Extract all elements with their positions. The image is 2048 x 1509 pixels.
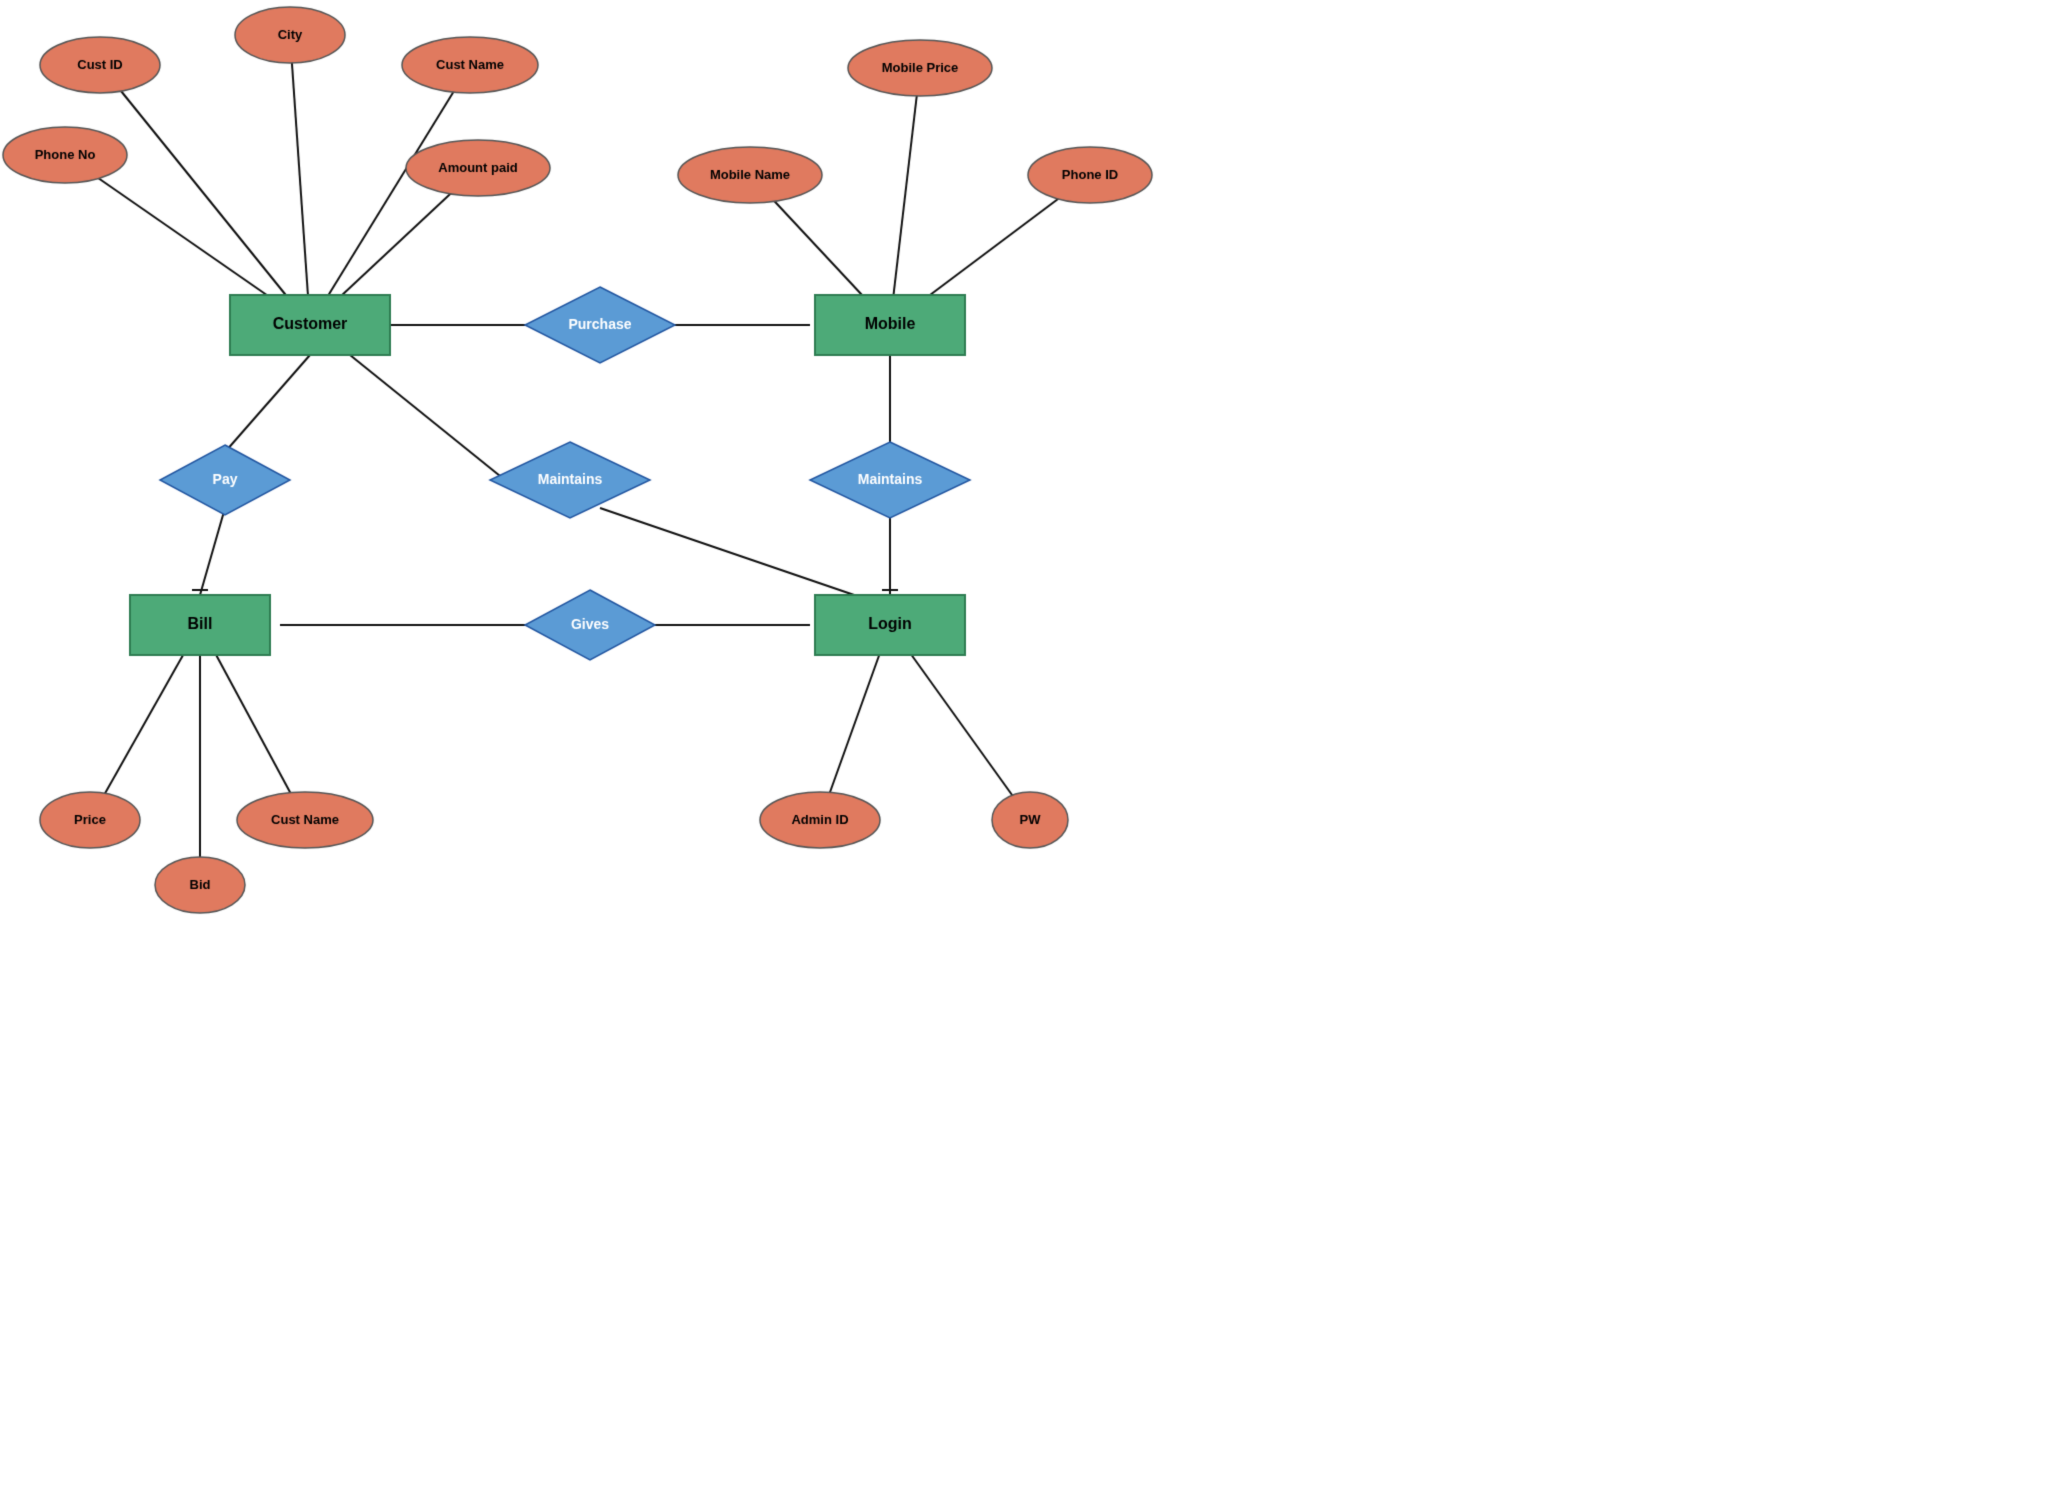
er-diagram (0, 0, 1280, 950)
